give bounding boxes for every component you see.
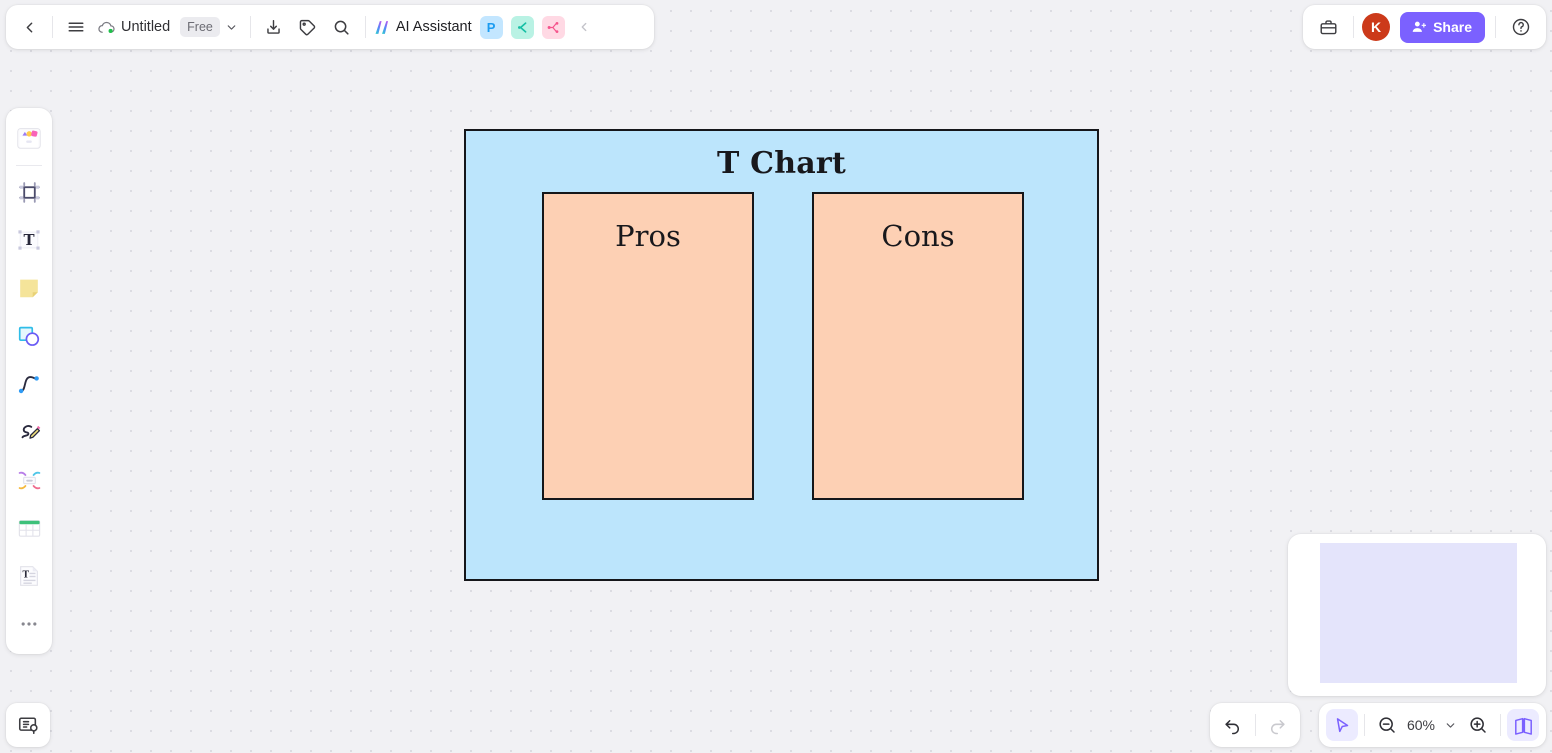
tool-pen[interactable] (10, 413, 48, 451)
search-icon[interactable] (325, 10, 359, 44)
tool-more-tools[interactable] (10, 605, 48, 643)
presentation-mode-button[interactable] (6, 703, 50, 747)
divider (1500, 714, 1501, 736)
undo-button[interactable] (1216, 709, 1248, 741)
app-chip-concept-map[interactable] (510, 15, 534, 39)
import-icon[interactable] (257, 10, 291, 44)
divider (364, 16, 366, 38)
tchart-object[interactable]: T Chart Pros Cons (464, 129, 1099, 581)
ai-assistant-label[interactable]: AI Assistant (396, 19, 472, 35)
zoom-level[interactable]: 60% (1404, 717, 1438, 733)
cloud-save-status-icon (93, 10, 119, 44)
zoom-toolbar: 60% (1318, 703, 1546, 747)
tag-icon[interactable] (291, 10, 325, 44)
tool-frame[interactable] (10, 173, 48, 211)
zoom-in-button[interactable] (1462, 709, 1494, 741)
left-toolbar: T T (6, 108, 52, 654)
fit-view-button[interactable] (1507, 709, 1539, 741)
ai-assistant-logo-icon[interactable] (372, 10, 394, 44)
tool-sticky-note[interactable] (10, 269, 48, 307)
zoom-out-button[interactable] (1371, 709, 1403, 741)
help-icon[interactable] (1504, 10, 1538, 44)
svg-text:T: T (22, 570, 29, 580)
tool-mind-map[interactable] (10, 461, 48, 499)
divider (249, 16, 251, 38)
divider (1254, 714, 1256, 736)
history-toolbar (1210, 703, 1300, 747)
select-tool-button[interactable] (1325, 709, 1358, 741)
share-person-icon (1411, 19, 1427, 35)
minimap[interactable] (1288, 534, 1546, 696)
tool-table[interactable] (10, 509, 48, 547)
tool-text[interactable]: T (10, 221, 48, 259)
share-label: Share (1433, 19, 1472, 35)
share-button[interactable]: Share (1400, 11, 1485, 43)
svg-text:T: T (23, 231, 34, 249)
divider (1363, 714, 1365, 736)
tchart-column-label-pros[interactable]: Pros (544, 219, 752, 253)
document-title[interactable]: Untitled (119, 19, 172, 35)
divider (1495, 16, 1496, 38)
top-toolbar-right: K Share (1303, 5, 1546, 49)
tchart-column-label-cons[interactable]: Cons (814, 219, 1022, 253)
tchart-title[interactable]: T Chart (466, 146, 1097, 181)
tool-templates[interactable] (10, 119, 48, 157)
tool-connector[interactable] (10, 365, 48, 403)
tool-shapes[interactable] (10, 317, 48, 355)
top-toolbar-left: Untitled Free AI Assistant P (6, 5, 654, 49)
main-menu-button[interactable] (59, 10, 93, 44)
divider (52, 16, 53, 38)
tchart-column-pros[interactable]: Pros (542, 192, 754, 500)
back-button[interactable] (12, 10, 46, 44)
toolbar-divider (16, 165, 42, 166)
app-chip-presentation-glyph: P (486, 19, 496, 35)
divider (1353, 16, 1355, 38)
app-chip-presentation[interactable]: P (479, 15, 503, 39)
workspace-briefcase-icon[interactable] (1311, 10, 1345, 44)
title-dropdown-chevron-down-icon[interactable] (220, 10, 244, 44)
app-chip-mind-map[interactable] (541, 15, 565, 39)
collapse-toolbar-chevron-left-icon[interactable] (571, 10, 597, 44)
tchart-column-cons[interactable]: Cons (812, 192, 1024, 500)
redo-button[interactable] (1262, 709, 1294, 741)
plan-badge[interactable]: Free (180, 17, 220, 37)
avatar[interactable]: K (1362, 13, 1391, 41)
tool-document[interactable]: T (10, 557, 48, 595)
minimap-viewport[interactable] (1320, 543, 1517, 683)
zoom-dropdown-chevron-down-icon[interactable] (1439, 709, 1461, 741)
